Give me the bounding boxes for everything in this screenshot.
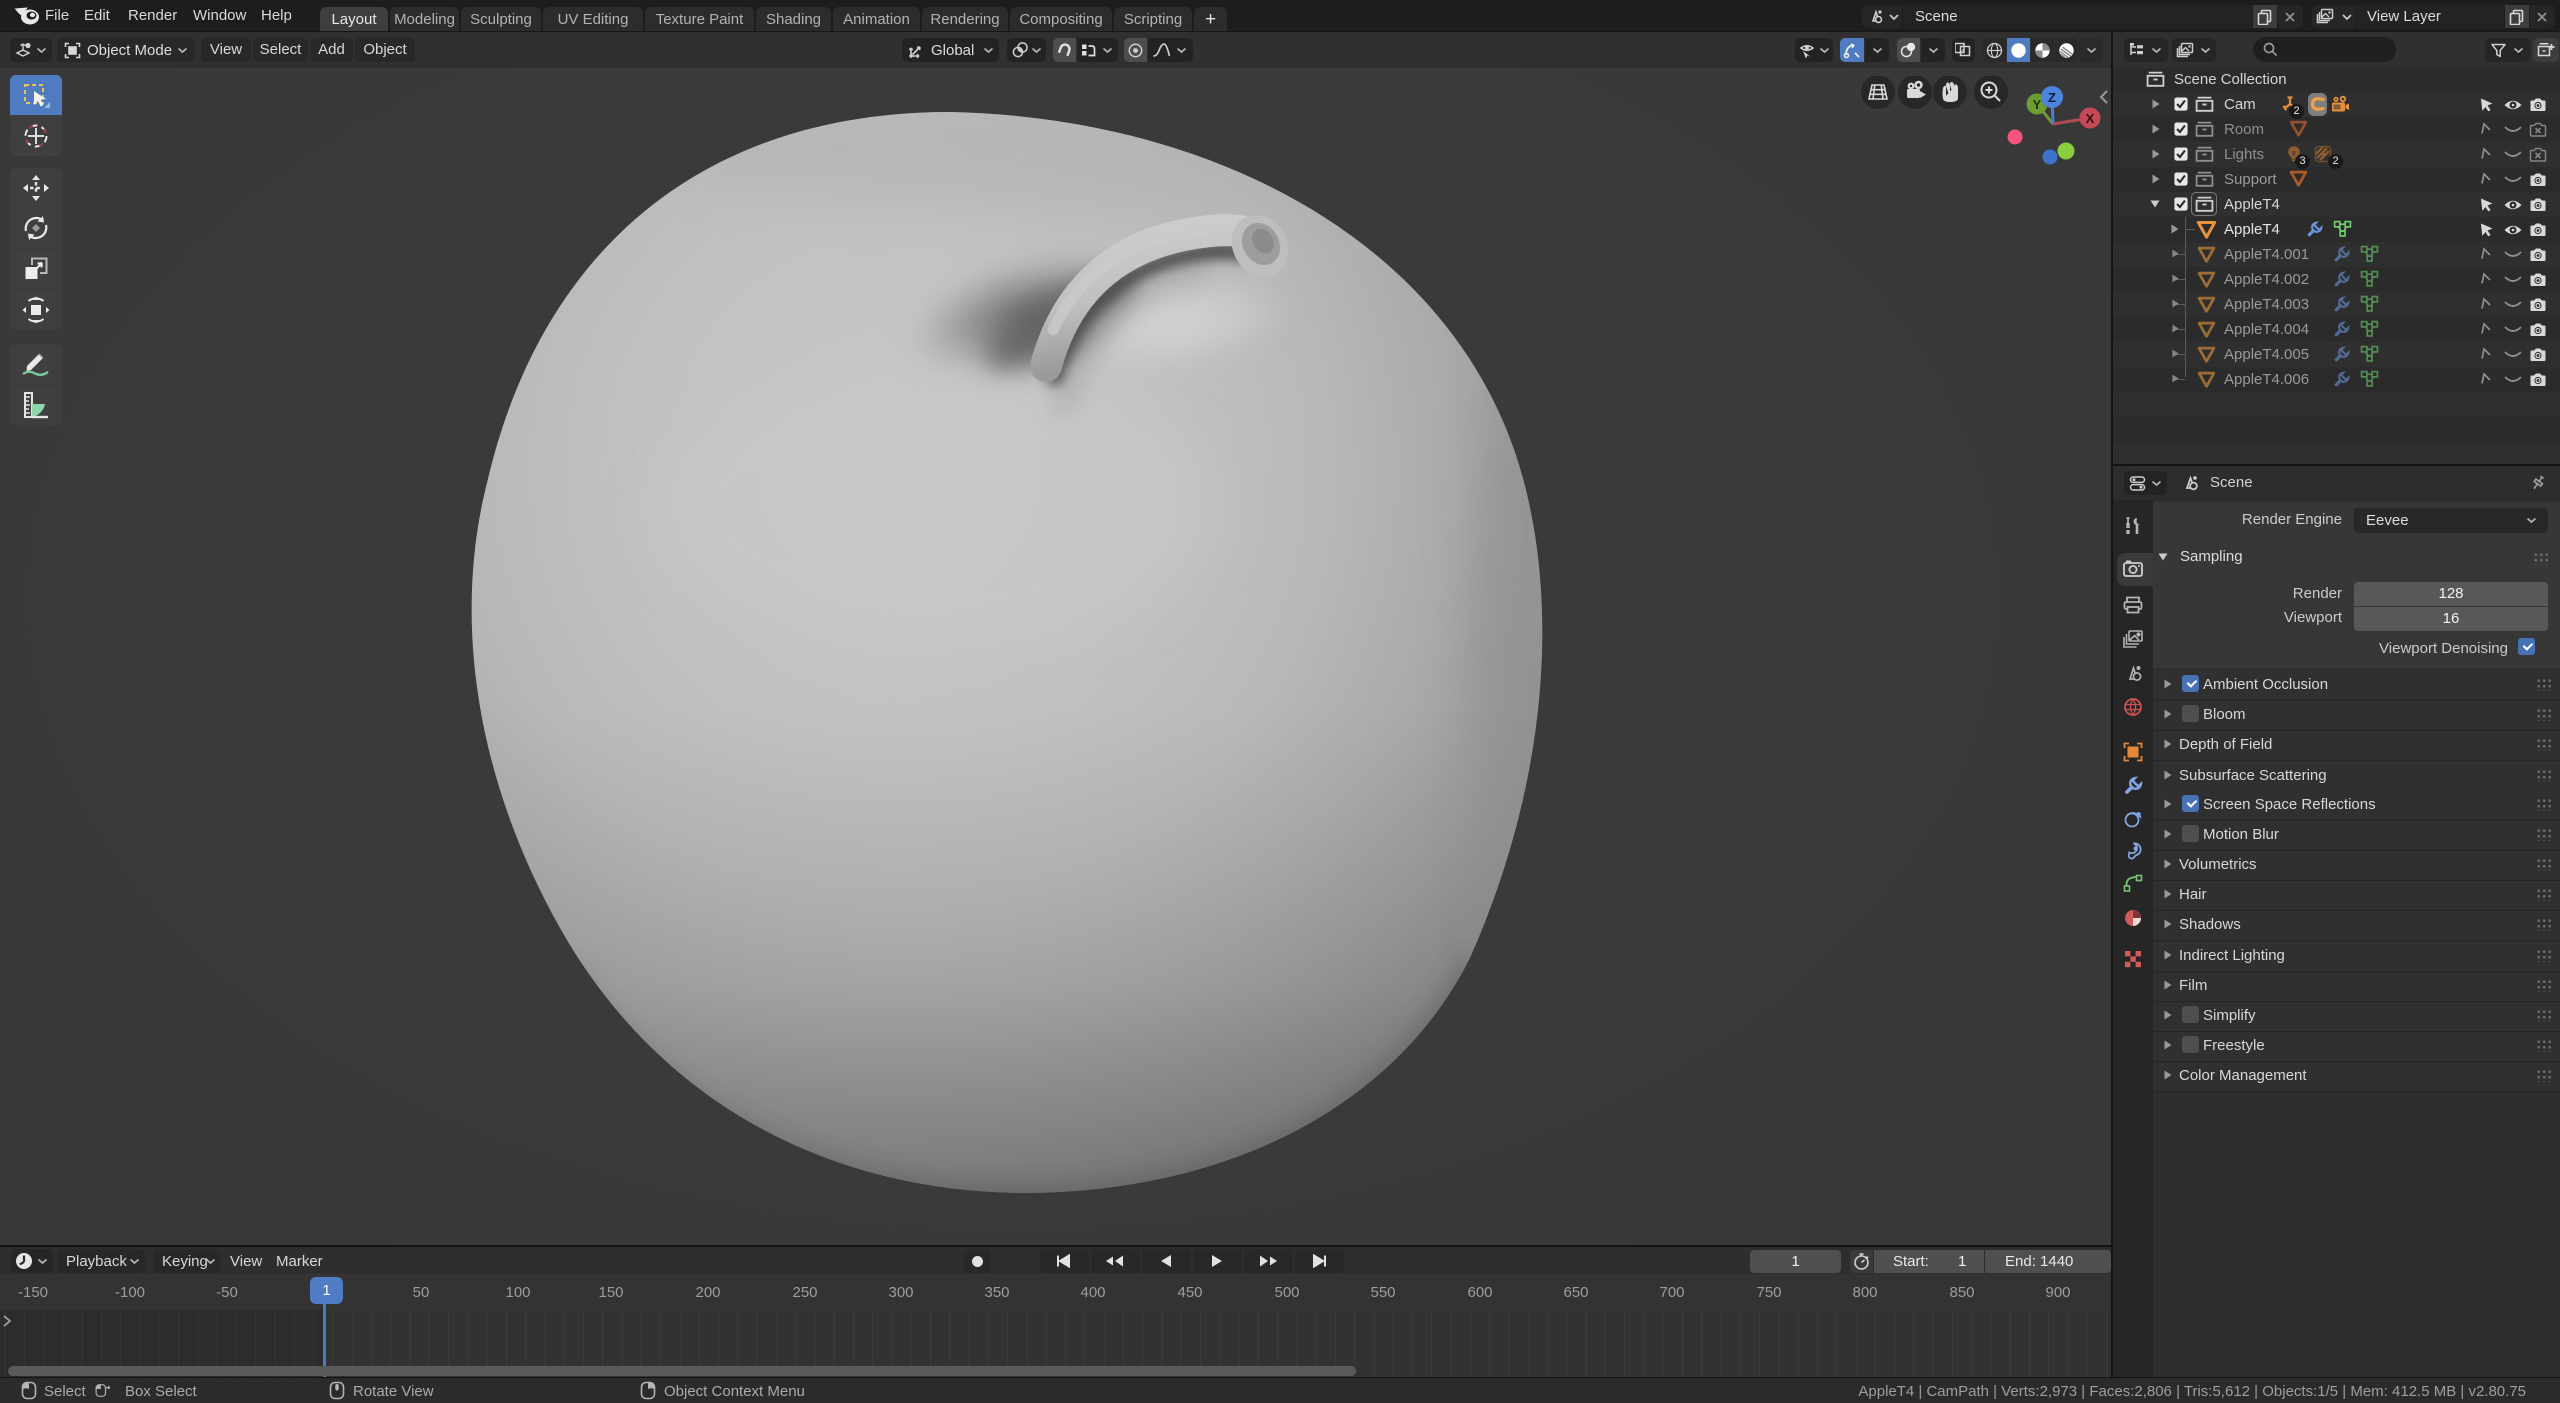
svg-text:Y: Y <box>2033 97 2042 112</box>
svg-text:X: X <box>2086 111 2095 126</box>
svg-text:Z: Z <box>2048 90 2056 105</box>
